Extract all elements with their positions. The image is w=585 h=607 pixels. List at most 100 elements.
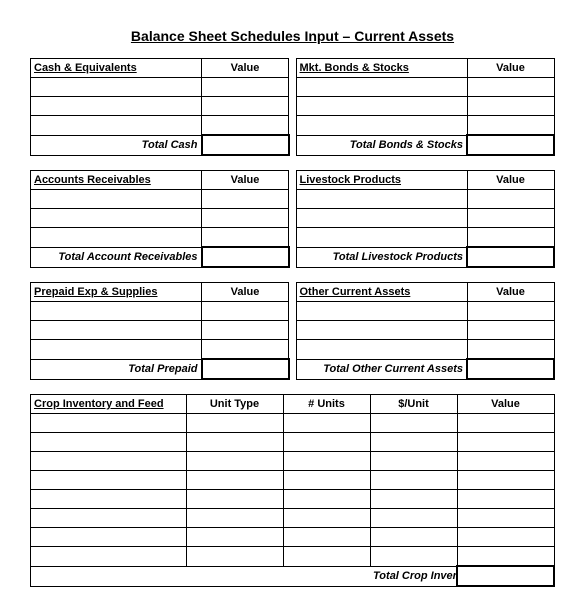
crop-total-spacer <box>186 566 283 586</box>
header-value: Value <box>467 59 554 78</box>
crop-units[interactable] <box>283 452 370 471</box>
header-price: $/Unit <box>370 395 457 414</box>
cash-value[interactable] <box>202 78 289 97</box>
crop-row[interactable] <box>31 433 187 452</box>
total-prepaid-value[interactable] <box>202 359 289 379</box>
crop-unit-type[interactable] <box>186 490 283 509</box>
header-cash: Cash & Equivalents <box>31 59 202 78</box>
total-cash-value[interactable] <box>202 135 289 155</box>
crop-unit-type[interactable] <box>186 452 283 471</box>
cash-row[interactable] <box>31 78 202 97</box>
crop-value[interactable] <box>457 452 554 471</box>
total-crop-value[interactable] <box>457 566 554 586</box>
mkt-value[interactable] <box>467 116 554 136</box>
crop-price[interactable] <box>370 547 457 567</box>
crop-units[interactable] <box>283 471 370 490</box>
livestock-value[interactable] <box>467 190 554 209</box>
crop-value[interactable] <box>457 490 554 509</box>
crop-row[interactable] <box>31 414 187 433</box>
crop-unit-type[interactable] <box>186 433 283 452</box>
crop-value[interactable] <box>457 528 554 547</box>
crop-units[interactable] <box>283 528 370 547</box>
crop-units[interactable] <box>283 547 370 567</box>
crop-unit-type[interactable] <box>186 547 283 567</box>
header-mkt: Mkt. Bonds & Stocks <box>296 59 467 78</box>
crop-unit-type[interactable] <box>186 528 283 547</box>
prepaid-value[interactable] <box>202 302 289 321</box>
crop-total-spacer <box>283 566 370 586</box>
ar-row[interactable] <box>31 190 202 209</box>
livestock-row[interactable] <box>296 190 467 209</box>
crop-row[interactable] <box>31 528 187 547</box>
header-value: Value <box>202 171 289 190</box>
header-livestock: Livestock Products <box>296 171 467 190</box>
cash-row[interactable] <box>31 97 202 116</box>
crop-row[interactable] <box>31 490 187 509</box>
ar-value[interactable] <box>202 209 289 228</box>
crop-value[interactable] <box>457 509 554 528</box>
page-title: Balance Sheet Schedules Input – Current … <box>30 28 555 44</box>
crop-price[interactable] <box>370 471 457 490</box>
prepaid-row[interactable] <box>31 321 202 340</box>
total-other-value[interactable] <box>467 359 554 379</box>
other-row[interactable] <box>296 302 467 321</box>
crop-price[interactable] <box>370 452 457 471</box>
crop-units[interactable] <box>283 490 370 509</box>
livestock-row[interactable] <box>296 209 467 228</box>
block-other: Other Current Assets Value Total Other C… <box>296 282 556 380</box>
crop-value[interactable] <box>457 471 554 490</box>
ar-value[interactable] <box>202 228 289 248</box>
cash-value[interactable] <box>202 97 289 116</box>
mkt-value[interactable] <box>467 97 554 116</box>
total-mkt-label: Total Bonds & Stocks <box>296 135 467 155</box>
prepaid-value[interactable] <box>202 321 289 340</box>
crop-price[interactable] <box>370 509 457 528</box>
ar-row[interactable] <box>31 228 202 248</box>
other-value[interactable] <box>467 321 554 340</box>
crop-price[interactable] <box>370 414 457 433</box>
mkt-row[interactable] <box>296 78 467 97</box>
livestock-value[interactable] <box>467 209 554 228</box>
prepaid-value[interactable] <box>202 340 289 360</box>
prepaid-row[interactable] <box>31 302 202 321</box>
crop-unit-type[interactable] <box>186 471 283 490</box>
crop-value[interactable] <box>457 414 554 433</box>
crop-row[interactable] <box>31 509 187 528</box>
other-row[interactable] <box>296 340 467 360</box>
total-livestock-label: Total Livestock Products <box>296 247 467 267</box>
crop-row[interactable] <box>31 547 187 567</box>
ar-value[interactable] <box>202 190 289 209</box>
prepaid-row[interactable] <box>31 340 202 360</box>
total-livestock-value[interactable] <box>467 247 554 267</box>
cash-row[interactable] <box>31 116 202 136</box>
crop-price[interactable] <box>370 490 457 509</box>
block-ar: Accounts Receivables Value Total Account… <box>30 170 290 268</box>
crop-price[interactable] <box>370 528 457 547</box>
total-mkt-value[interactable] <box>467 135 554 155</box>
crop-value[interactable] <box>457 547 554 567</box>
total-ar-value[interactable] <box>202 247 289 267</box>
crop-row[interactable] <box>31 471 187 490</box>
crop-value[interactable] <box>457 433 554 452</box>
livestock-row[interactable] <box>296 228 467 248</box>
ar-row[interactable] <box>31 209 202 228</box>
header-value: Value <box>467 171 554 190</box>
mkt-row[interactable] <box>296 116 467 136</box>
crop-unit-type[interactable] <box>186 509 283 528</box>
crop-units[interactable] <box>283 433 370 452</box>
crop-row[interactable] <box>31 452 187 471</box>
header-other: Other Current Assets <box>296 283 467 302</box>
other-value[interactable] <box>467 302 554 321</box>
mkt-row[interactable] <box>296 97 467 116</box>
crop-unit-type[interactable] <box>186 414 283 433</box>
crop-units[interactable] <box>283 509 370 528</box>
header-crop: Crop Inventory and Feed <box>31 395 187 414</box>
cash-value[interactable] <box>202 116 289 136</box>
other-row[interactable] <box>296 321 467 340</box>
crop-price[interactable] <box>370 433 457 452</box>
other-value[interactable] <box>467 340 554 360</box>
row-cash-mkt: Cash & Equivalents Value Total Cash Mkt.… <box>30 58 555 156</box>
mkt-value[interactable] <box>467 78 554 97</box>
crop-units[interactable] <box>283 414 370 433</box>
livestock-value[interactable] <box>467 228 554 248</box>
